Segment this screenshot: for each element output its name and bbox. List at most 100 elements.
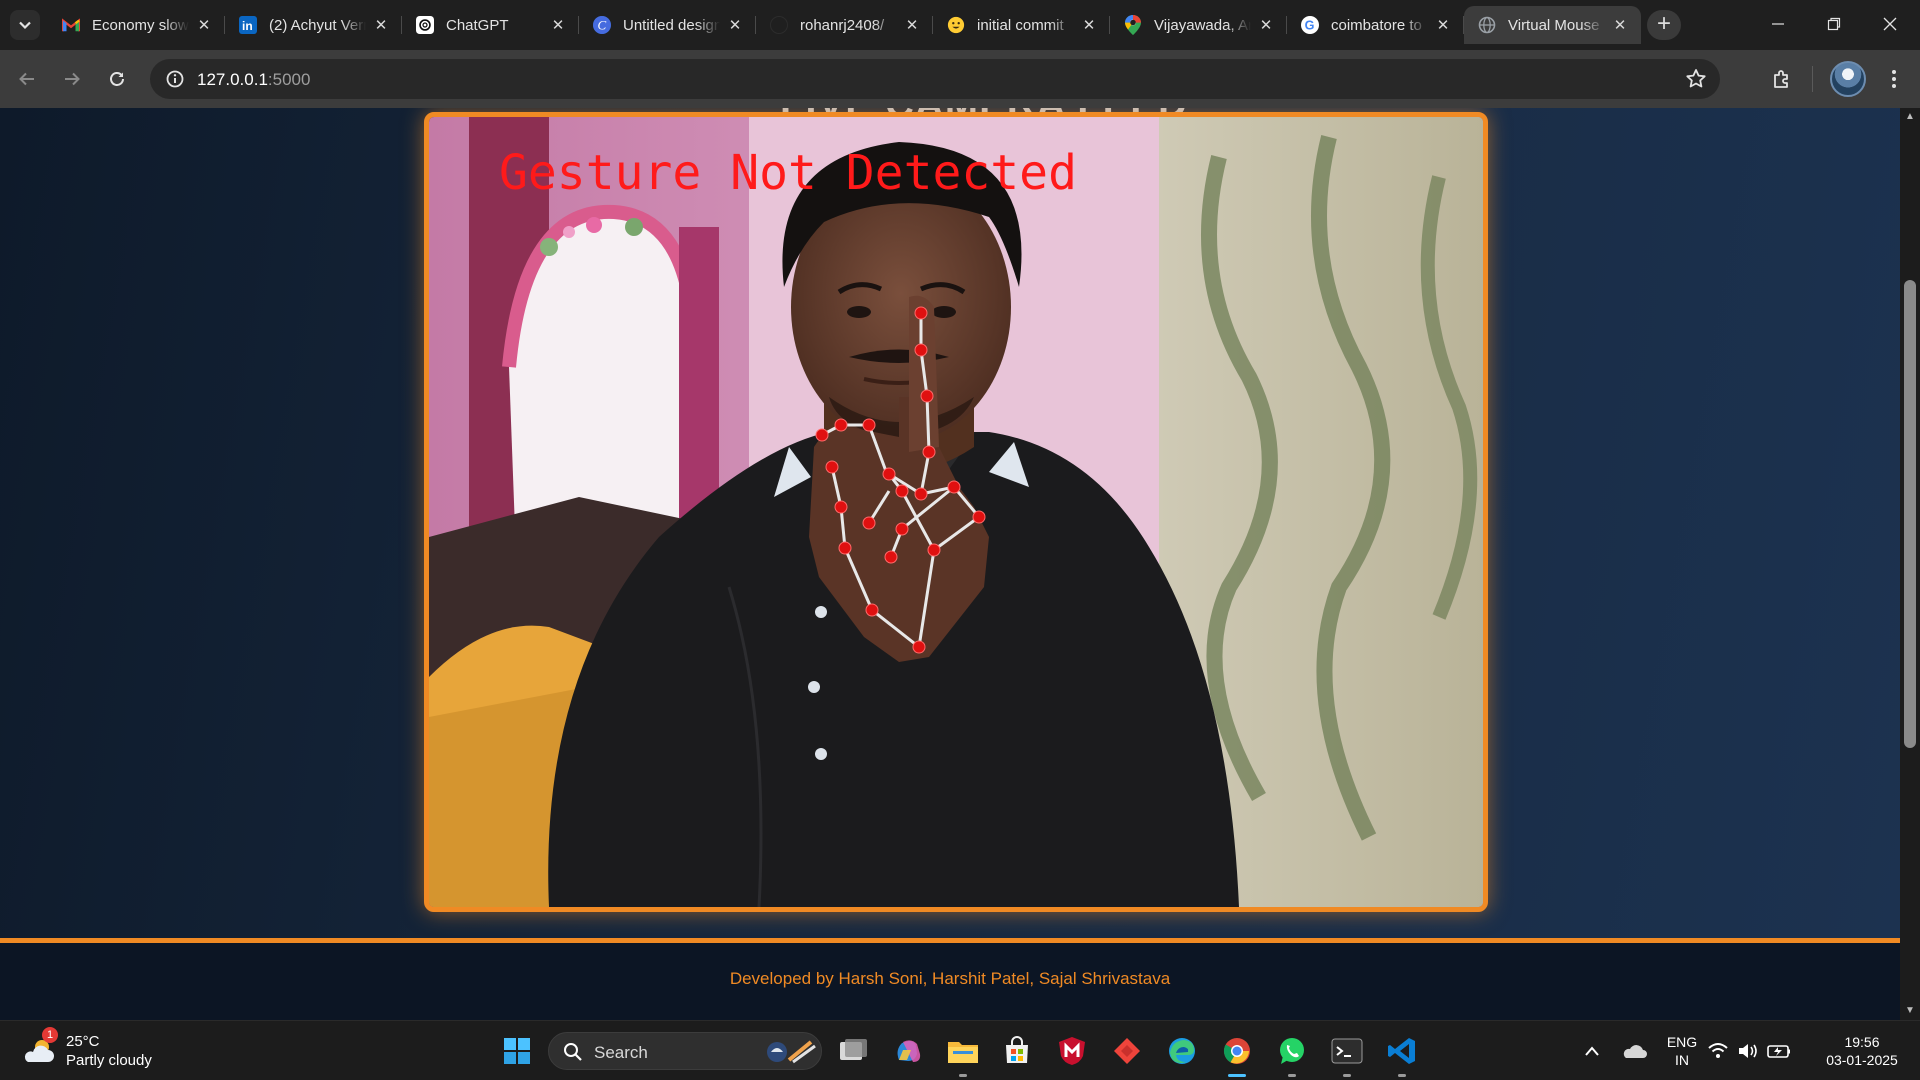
close-icon[interactable]: ✕ — [1257, 16, 1275, 34]
weather-alert-badge: 1 — [42, 1027, 58, 1043]
clock-date: 03-01-2025 — [1826, 1052, 1898, 1068]
globe-icon — [1478, 16, 1496, 34]
terminal-icon[interactable] — [1327, 1031, 1367, 1077]
show-hidden-icons-button[interactable] — [1572, 1031, 1612, 1071]
language-region: IN — [1675, 1052, 1689, 1068]
file-explorer-icon[interactable] — [943, 1031, 983, 1077]
google-icon: G — [1301, 16, 1319, 34]
close-icon[interactable]: ✕ — [1434, 16, 1452, 34]
tab-title: coimbatore to — [1331, 16, 1422, 34]
clock[interactable]: 19:56 03-01-2025 — [1810, 1033, 1914, 1069]
close-icon — [1883, 17, 1897, 31]
weather-temperature: 25°C — [66, 1033, 100, 1050]
tab-github[interactable]: rohanrj2408/ ✕ — [756, 6, 933, 44]
svg-text:C: C — [598, 18, 607, 33]
page-scrollbar[interactable]: ▲ ▼ — [1900, 108, 1920, 1020]
language-code: ENG — [1666, 1034, 1698, 1050]
task-view-icon[interactable] — [834, 1031, 874, 1071]
tab-search-button[interactable] — [10, 10, 40, 40]
onedrive-icon[interactable] — [1614, 1031, 1654, 1071]
tab-virtual-mouse[interactable]: Virtual Mouse ✕ — [1464, 6, 1641, 44]
close-icon[interactable]: ✕ — [726, 16, 744, 34]
wifi-icon — [1708, 1043, 1728, 1058]
tab-hugging-face[interactable]: initial commit ✕ — [933, 6, 1110, 44]
reload-icon — [110, 72, 124, 86]
tab-title: Virtual Mouse — [1508, 16, 1600, 34]
tab-title: initial commit — [977, 16, 1064, 34]
chrome-icon[interactable] — [1217, 1031, 1257, 1077]
forward-button[interactable] — [56, 63, 88, 95]
back-button[interactable] — [11, 63, 43, 95]
vscode-icon[interactable] — [1382, 1031, 1422, 1077]
close-icon[interactable]: ✕ — [195, 16, 213, 34]
footer-credits: Developed by Harsh Soni, Harshit Patel, … — [729, 969, 1171, 988]
tab-canva[interactable]: C Untitled design ✕ — [579, 6, 756, 44]
edge-icon[interactable] — [1162, 1031, 1202, 1071]
star-icon — [1686, 69, 1706, 88]
language-indicator[interactable]: ENG IN — [1662, 1033, 1702, 1069]
site-info-button[interactable] — [160, 64, 190, 94]
tab-title: (2) Achyut Verma — [269, 16, 366, 34]
system-tray-status[interactable] — [1706, 1031, 1794, 1071]
volume-icon — [1739, 1044, 1757, 1058]
webcam-image: Gesture Not Detected — [429, 117, 1483, 907]
tab-title: Untitled design — [623, 16, 720, 34]
store-icon[interactable] — [997, 1031, 1037, 1071]
tab-strip: Economy slows ✕ in (2) Achyut Verma ✕ Ch… — [0, 0, 1920, 50]
arrow-left-icon — [19, 72, 34, 86]
camera-feed: Gesture Not Detected — [424, 112, 1488, 912]
kebab-menu-icon — [1892, 70, 1896, 88]
tab-google[interactable]: G coimbatore to ✕ — [1287, 6, 1464, 44]
windows-logo-icon — [504, 1038, 530, 1064]
info-icon — [166, 70, 184, 88]
maps-pin-icon — [1124, 15, 1142, 35]
address-bar[interactable]: 127.0.0.1:5000 — [150, 59, 1720, 99]
new-tab-button[interactable]: + — [1647, 10, 1681, 40]
chevron-up-icon — [1585, 1046, 1599, 1056]
minimize-icon — [1772, 23, 1784, 25]
bookmark-star-button[interactable] — [1684, 67, 1708, 91]
close-icon[interactable]: ✕ — [903, 16, 921, 34]
page-content: LIVE CAMERA FEED — [0, 108, 1900, 1020]
tab-linkedin[interactable]: in (2) Achyut Verma ✕ — [225, 6, 402, 44]
svg-text:G: G — [1305, 19, 1315, 33]
extensions-button[interactable] — [1766, 63, 1798, 95]
tab-maps[interactable]: Vijayawada, Andhra ✕ — [1110, 6, 1287, 44]
profile-avatar[interactable] — [1830, 61, 1866, 97]
minimize-button[interactable] — [1750, 0, 1806, 48]
chatgpt-icon — [416, 16, 434, 34]
tab-list: Economy slows ✕ in (2) Achyut Verma ✕ Ch… — [48, 6, 1641, 44]
page-footer: Developed by Harsh Soni, Harshit Patel, … — [0, 943, 1900, 1020]
scroll-down-arrow-icon[interactable]: ▼ — [1900, 1002, 1920, 1020]
puzzle-icon — [1774, 70, 1788, 88]
close-icon[interactable]: ✕ — [549, 16, 567, 34]
weather-condition: Partly cloudy — [66, 1052, 152, 1069]
close-icon[interactable]: ✕ — [1611, 16, 1629, 34]
svg-text:in: in — [242, 19, 253, 33]
menu-button[interactable] — [1878, 63, 1910, 95]
linkedin-icon: in — [239, 16, 257, 34]
close-icon[interactable]: ✕ — [1080, 16, 1098, 34]
whatsapp-icon[interactable] — [1272, 1031, 1312, 1077]
weather-widget[interactable]: 1 25°C Partly cloudy — [22, 1027, 152, 1073]
close-icon[interactable]: ✕ — [372, 16, 390, 34]
tab-title: Economy slows — [92, 16, 189, 34]
start-button[interactable] — [497, 1031, 537, 1071]
mcafee-icon[interactable] — [1052, 1031, 1092, 1071]
anydesk-icon[interactable] — [1107, 1031, 1147, 1071]
scrollbar-thumb[interactable] — [1904, 280, 1916, 748]
canva-icon: C — [593, 16, 611, 34]
url-text: 127.0.0.1:5000 — [197, 70, 310, 90]
toolbar-divider — [1812, 66, 1813, 92]
reload-button[interactable] — [101, 63, 133, 95]
tab-chatgpt[interactable]: ChatGPT ✕ — [402, 6, 579, 44]
scroll-up-arrow-icon[interactable]: ▲ — [1900, 108, 1920, 126]
tab-title: rohanrj2408/ — [800, 16, 885, 34]
close-window-button[interactable] — [1862, 0, 1918, 48]
tab-gmail[interactable]: Economy slows ✕ — [48, 6, 225, 44]
copilot-icon[interactable] — [888, 1031, 928, 1071]
restore-button[interactable] — [1806, 0, 1862, 48]
hugging-face-icon — [947, 16, 965, 34]
url-port: :5000 — [267, 70, 311, 89]
taskbar-search[interactable]: Search — [548, 1032, 822, 1070]
